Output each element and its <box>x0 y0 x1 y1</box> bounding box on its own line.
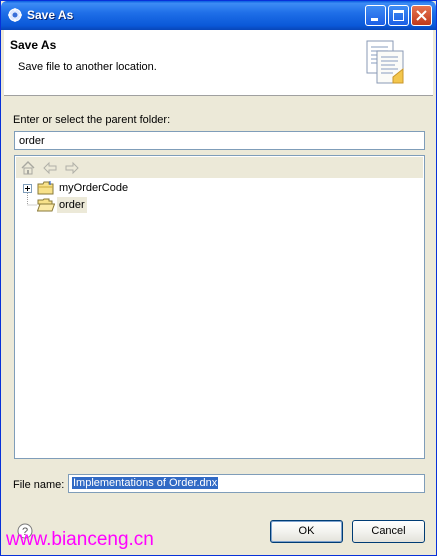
maximize-button[interactable] <box>388 5 409 26</box>
file-name-label: File name: <box>13 479 65 491</box>
expand-plus-icon[interactable] <box>23 184 32 193</box>
file-name-value: Implementations of Order.dnx <box>72 477 219 489</box>
minimize-button[interactable] <box>365 5 386 26</box>
documents-icon <box>366 40 404 84</box>
window-title: Save As <box>27 8 74 22</box>
maximize-icon <box>393 10 404 21</box>
file-name-input[interactable]: Implementations of Order.dnx <box>68 474 425 493</box>
folder-icon <box>37 181 54 195</box>
header-description: Save file to another location. <box>18 61 157 73</box>
folder-open-icon <box>37 198 55 212</box>
minimize-icon <box>371 18 378 21</box>
tree-item-label-selected: order <box>57 197 87 213</box>
header-title: Save As <box>10 38 57 52</box>
tree-item-order[interactable]: order <box>21 197 221 213</box>
title-bar[interactable]: Save As <box>1 1 436 30</box>
forward-icon[interactable] <box>64 160 80 176</box>
parent-folder-input[interactable]: order <box>14 131 425 150</box>
folder-tree[interactable]: myOrderCode order <box>14 155 425 459</box>
close-icon <box>416 10 427 21</box>
cancel-button[interactable]: Cancel <box>352 520 425 543</box>
save-as-dialog: Save As Save As Save file to another loc… <box>0 0 437 556</box>
tree-toolbar <box>16 157 423 178</box>
dialog-header: Save As Save file to another location. <box>4 30 433 96</box>
parent-folder-label: Enter or select the parent folder: <box>13 114 171 126</box>
eclipse-app-icon <box>8 8 22 22</box>
tree-item-label: myOrderCode <box>59 182 129 194</box>
close-button[interactable] <box>411 5 432 26</box>
watermark-text: www.bianceng.cn <box>6 529 154 550</box>
ok-button[interactable]: OK <box>270 520 343 543</box>
tree-item-myordercode[interactable]: myOrderCode <box>21 180 221 196</box>
